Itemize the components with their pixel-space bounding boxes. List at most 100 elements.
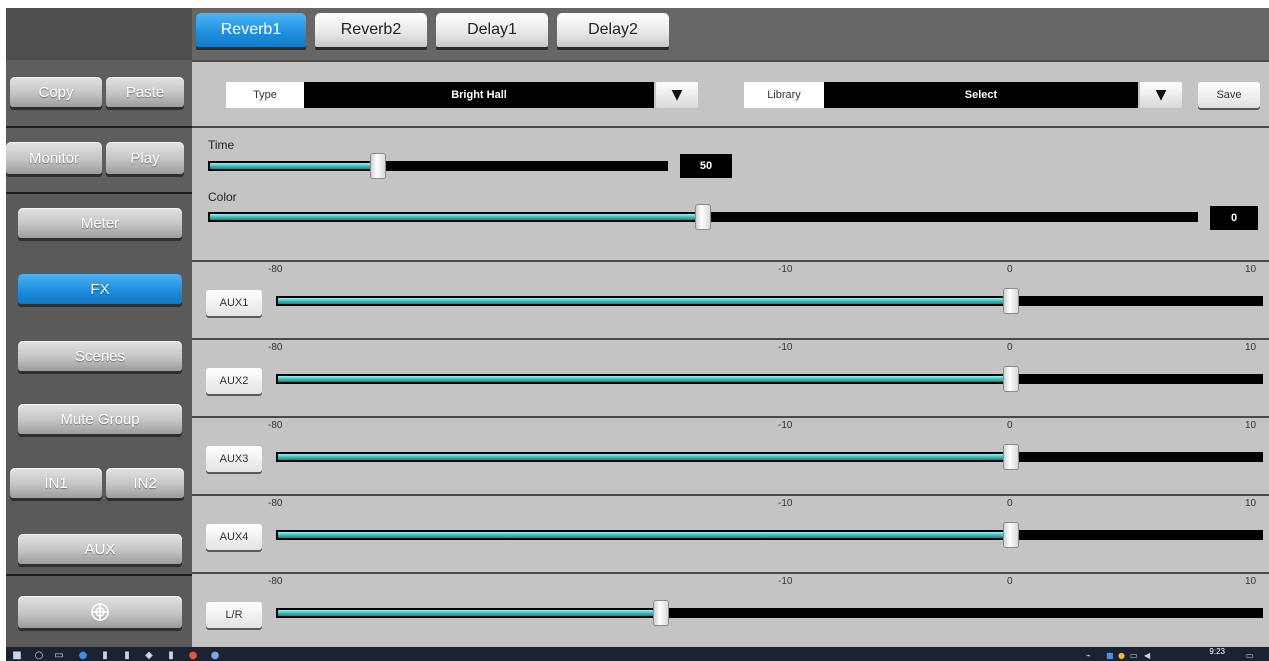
tray-icon[interactable]: ▭ [1130, 651, 1138, 660]
document-icon[interactable]: ▮ [166, 651, 176, 661]
fx-tabbar: Reverb1 Reverb2 Delay1 Delay2 [192, 8, 1269, 60]
send-strip-aux3: -80 -10 0 10 AUX3 [192, 416, 1269, 494]
send-slider-thumb[interactable] [1004, 445, 1018, 469]
mail-icon[interactable]: ◆ [144, 651, 154, 661]
send-slider-aux4[interactable] [276, 523, 1263, 547]
send-slider-thumb[interactable] [1004, 289, 1018, 313]
copy-button[interactable]: Copy [10, 77, 102, 107]
save-button[interactable]: Save [1198, 82, 1260, 108]
tab-reverb1[interactable]: Reverb1 [196, 13, 306, 47]
send-strip-aux4: -80 -10 0 10 AUX4 [192, 494, 1269, 572]
send-slider-aux1[interactable] [276, 289, 1263, 313]
send-slider-aux3[interactable] [276, 445, 1263, 469]
edge-browser-icon[interactable]: ● [78, 651, 88, 661]
notification-icon[interactable]: ▭ [1246, 651, 1254, 660]
search-icon[interactable]: ○ [34, 651, 44, 661]
triangle-down-icon: ▼ [671, 87, 683, 103]
parameter-panel: Time 50 Color 0 [192, 126, 1269, 260]
scale-label: 10 [1245, 342, 1257, 353]
send-slider-lr[interactable] [276, 601, 1263, 625]
task-view-icon[interactable]: ▭ [54, 651, 64, 661]
color-slider[interactable] [208, 205, 1198, 229]
scenes-button[interactable]: Scenes [18, 341, 182, 371]
sidebar-group-monitor-play: Monitor Play [6, 128, 192, 194]
color-value[interactable]: 0 [1210, 206, 1258, 230]
send-button-aux2[interactable]: AUX2 [206, 368, 262, 394]
sidebar-divider [6, 574, 192, 576]
tab-reverb2[interactable]: Reverb2 [315, 13, 427, 47]
scale-label: 0 [1007, 342, 1013, 353]
monitor-button[interactable]: Monitor [6, 142, 102, 174]
scale-label: 10 [1245, 576, 1257, 587]
send-slider-thumb[interactable] [1004, 523, 1018, 547]
tab-delay1[interactable]: Delay1 [436, 13, 548, 47]
send-strip-aux2: -80 -10 0 10 AUX2 [192, 338, 1269, 416]
file-icon[interactable]: ▮ [100, 651, 110, 661]
mixer-app: Copy Paste Monitor Play Meter FX Scenes … [6, 8, 1269, 661]
scale-label: -10 [778, 576, 793, 587]
send-slider-thumb[interactable] [654, 601, 668, 625]
store-icon[interactable]: ▮ [122, 651, 132, 661]
send-button-aux1[interactable]: AUX1 [206, 290, 262, 316]
windows-start-icon[interactable]: ■ [12, 651, 22, 661]
clock[interactable]: 9:23 [1209, 647, 1225, 656]
sidebar: Copy Paste Monitor Play Meter FX Scenes … [6, 8, 192, 647]
scale-label: -80 [268, 264, 283, 275]
send-button-lr[interactable]: L/R [206, 602, 262, 628]
settings-button[interactable] [18, 596, 182, 628]
send-slider-fill [278, 454, 1009, 460]
scale-label: 0 [1007, 576, 1013, 587]
time-value[interactable]: 50 [680, 154, 732, 178]
scale-label: -10 [778, 342, 793, 353]
tray-icon[interactable]: ■ [1106, 651, 1114, 660]
send-slider-fill [278, 610, 659, 616]
scale-label: 10 [1245, 264, 1257, 275]
send-slider-fill [278, 298, 1009, 304]
scale-label: 10 [1245, 498, 1257, 509]
network-icon[interactable]: ⌁ [1086, 651, 1091, 660]
color-label: Color [208, 190, 237, 204]
scale-label: -80 [268, 342, 283, 353]
library-dropdown-value[interactable]: Select [824, 82, 1138, 108]
in2-button[interactable]: IN2 [106, 468, 184, 498]
send-slider-aux2[interactable] [276, 367, 1263, 391]
send-slider-fill [278, 376, 1009, 382]
send-button-aux4[interactable]: AUX4 [206, 524, 262, 550]
type-dropdown-value[interactable]: Bright Hall [304, 82, 654, 108]
paste-button[interactable]: Paste [106, 77, 184, 107]
send-strip-lr: -80 -10 0 10 L/R [192, 572, 1269, 647]
scale-label: 0 [1007, 498, 1013, 509]
scale-label: -80 [268, 576, 283, 587]
main-panel: Reverb1 Reverb2 Delay1 Delay2 Type Brigh… [192, 8, 1269, 647]
scale-label: -10 [778, 420, 793, 431]
time-slider[interactable] [208, 154, 668, 178]
fx-button[interactable]: FX [18, 274, 182, 304]
tray-icon[interactable]: ● [1118, 651, 1125, 660]
app-icon[interactable]: ● [188, 651, 198, 661]
library-dropdown-arrow[interactable]: ▼ [1140, 82, 1182, 108]
type-dropdown-arrow[interactable]: ▼ [656, 82, 698, 108]
play-button[interactable]: Play [106, 142, 184, 174]
app-icon[interactable]: ● [210, 651, 220, 661]
color-slider-thumb[interactable] [696, 205, 710, 229]
os-taskbar: ■ ○ ▭ ● ▮ ▮ ◆ ▮ ● ● ⌁ ■ ● ▭ ◀ 9:23 ▭ [6, 647, 1269, 661]
send-slider-fill [278, 532, 1009, 538]
meter-button[interactable]: Meter [18, 208, 182, 238]
scale-label: -80 [268, 420, 283, 431]
time-slider-thumb[interactable] [371, 154, 385, 178]
triangle-down-icon: ▼ [1155, 87, 1167, 103]
scale-label: 0 [1007, 420, 1013, 431]
library-label: Library [744, 82, 824, 108]
mute-group-button[interactable]: Mute Group [18, 404, 182, 434]
color-slider-fill [210, 214, 701, 220]
send-slider-thumb[interactable] [1004, 367, 1018, 391]
scale-label: 10 [1245, 420, 1257, 431]
send-button-aux3[interactable]: AUX3 [206, 446, 262, 472]
volume-icon[interactable]: ◀ [1144, 651, 1150, 660]
scale-label: -10 [778, 498, 793, 509]
tab-delay2[interactable]: Delay2 [557, 13, 669, 47]
time-slider-fill [210, 163, 376, 169]
aux-button[interactable]: AUX [18, 534, 182, 564]
in1-button[interactable]: IN1 [10, 468, 102, 498]
time-label: Time [208, 138, 235, 152]
